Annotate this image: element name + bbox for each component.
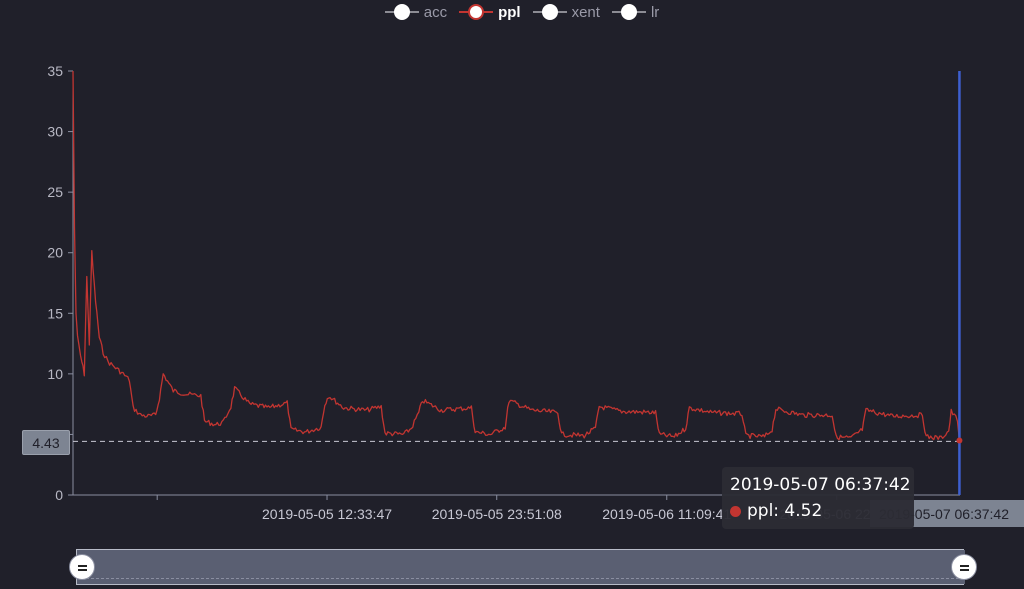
series-line-ppl bbox=[72, 70, 961, 442]
x-tick-label: 2019-05-05 12:33:47 bbox=[262, 506, 392, 522]
y-tick-label: 0 bbox=[55, 487, 63, 503]
x-tick-label: 2019-05-05 23:51:08 bbox=[432, 506, 562, 522]
tooltip-value: ppl: 4.52 bbox=[747, 501, 823, 521]
tooltip-time: 2019-05-07 06:37:42 bbox=[730, 475, 911, 495]
line-chart: 051015202530352019-05-05 12:33:472019-05… bbox=[47, 63, 963, 522]
x-tick-label: 2019-05-06 11:09:41 bbox=[602, 506, 731, 522]
y-tick-label: 30 bbox=[47, 124, 63, 140]
y-tick-label: 35 bbox=[47, 63, 63, 79]
zoom-handle-right[interactable] bbox=[951, 554, 977, 580]
data-zoom-slider[interactable] bbox=[76, 549, 965, 585]
zoom-handle-left[interactable] bbox=[69, 554, 95, 580]
y-axis-pointer-label: 4.43 bbox=[22, 430, 70, 455]
pointer-marker bbox=[956, 437, 963, 444]
data-zoom-preview-line bbox=[81, 578, 959, 580]
y-tick-label: 10 bbox=[47, 366, 63, 382]
tooltip-row: ppl: 4.52 bbox=[730, 501, 822, 521]
y-tick-label: 20 bbox=[47, 245, 63, 261]
series-marker-dot bbox=[730, 505, 741, 517]
y-tick-label: 15 bbox=[47, 305, 63, 321]
chart-tooltip: 2019-05-07 06:37:42 ppl: 4.52 bbox=[722, 467, 914, 529]
y-tick-label: 25 bbox=[47, 184, 63, 200]
